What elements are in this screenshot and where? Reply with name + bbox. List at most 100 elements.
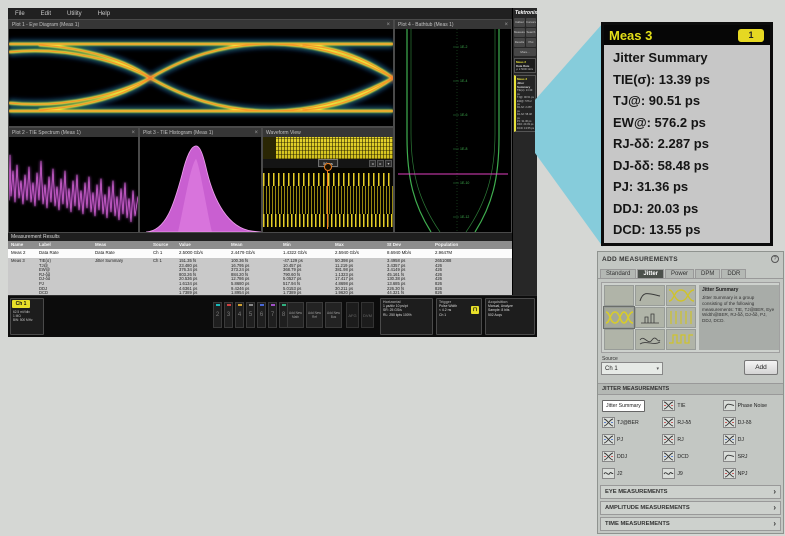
measurement-tie[interactable]: TIE [660, 397, 720, 414]
eye-plot-title: Plot 1 - Eye Diagram (Meas 1) [12, 22, 79, 28]
add-new-math-button[interactable]: Add New Math [287, 302, 304, 328]
jitter-measurement-grid: Jitter Summary TIE Phase Noise TJ@BER RJ… [600, 397, 781, 482]
table-row-meas2[interactable]: Meas 2 Data Rate Data Rate Ch 1 2.5000 G… [8, 249, 512, 258]
menu-help[interactable]: Help [98, 11, 110, 17]
measurement-rj[interactable]: RJ [660, 431, 720, 448]
add-new-ref-button[interactable]: Add New Ref [306, 302, 323, 328]
waveform-overview-strip[interactable] [263, 137, 393, 159]
channel-6-button[interactable]: 6 [257, 302, 266, 328]
ber-label: 1E-8 [460, 147, 467, 151]
expand-icon[interactable]: ▾ [385, 160, 392, 167]
trigger-position-marker[interactable] [324, 163, 332, 171]
trigger-badge[interactable]: Trigger Pulse Width < 4.2 ns Ch 1 ⊓ [436, 298, 482, 335]
tab-dpm[interactable]: DPM [695, 269, 720, 278]
measurement-j9[interactable]: J9 [660, 465, 720, 482]
measurement-jitter-summary[interactable]: Jitter Summary [600, 397, 660, 414]
channel-1-badge[interactable]: Ch 1 62.5 mV/div 1 MΩ BW: 500 MHz [10, 298, 44, 335]
horizontal-settings: 1 μs/div 10 ps/pt SR: 25 GS/s RL: 250 kp… [381, 304, 432, 317]
scope-bottom-bar: Ch 1 62.5 mV/div 1 MΩ BW: 500 MHz 2 3 4 … [8, 295, 537, 337]
acquisition-badge[interactable]: Acquisition Manual, Analyze Sample: 8 bi… [485, 298, 535, 335]
meas2-results-badge[interactable]: Meas 2 Data Rate μ: 2.5000 Gb/s [514, 58, 536, 73]
channel-4-button[interactable]: 4 [235, 302, 244, 328]
table-row-meas3[interactable]: Meas 3 TIE(σ) TJ@ EW@ RJ-δδ DJ-δδ PJ DDJ… [8, 258, 512, 295]
thumb-blank-2[interactable] [604, 329, 634, 350]
chevron-right-icon: › [773, 504, 776, 512]
measurement-tj-ber[interactable]: TJ@BER [600, 414, 660, 431]
pan-left-icon[interactable]: ◂ [369, 160, 376, 167]
meas3-callout-title: Jitter Summary [613, 47, 761, 69]
col-name: Name [8, 241, 36, 249]
bathtub-canvas: 1E-2 1E-4 1E-6 1E-8 1E-10 1E-12 [395, 29, 511, 232]
menu-bar: File Edit Utility Help [8, 8, 512, 19]
accordion-eye-measurements[interactable]: EYE MEASUREMENTS › [600, 485, 781, 499]
dvm-button[interactable]: DVM [361, 302, 374, 328]
tie-histogram-plot-window: Plot 3 - TIE Histogram (Meas 1) × [139, 127, 262, 233]
accordion-time-measurements[interactable]: TIME MEASUREMENTS › [600, 517, 781, 531]
callout-button[interactable]: Callout [514, 18, 525, 27]
channel-5-button[interactable]: 5 [246, 302, 255, 328]
help-icon[interactable]: ? [771, 255, 779, 263]
source-select[interactable]: Ch 1 ▾ [601, 362, 663, 375]
bathtub-plot-close-icon[interactable]: × [504, 22, 508, 28]
measurement-j2[interactable]: J2 [600, 465, 660, 482]
menu-edit[interactable]: Edit [41, 11, 51, 17]
thumb-jitter-summary[interactable] [604, 307, 634, 328]
tab-ddr[interactable]: DDR [721, 269, 746, 278]
channel-7-button[interactable]: 7 [268, 302, 277, 328]
channel-2-button[interactable]: 2 [213, 302, 222, 328]
pan-right-icon[interactable]: ▸ [377, 160, 384, 167]
ber-label: 1E-12 [460, 215, 469, 219]
tie-icon [662, 400, 675, 411]
add-button[interactable]: Add [744, 360, 778, 375]
measurement-rj-dd[interactable]: RJ-δδ [660, 414, 720, 431]
meas3-results-badge[interactable]: Meas 3 Jitter Summary TIE(σ): 13.39 ps T… [514, 75, 536, 132]
thumb-rj-histogram[interactable] [635, 307, 665, 328]
add-new-buttons: Add New Math Add New Ref Add New Bus [287, 302, 342, 328]
menu-file[interactable]: File [15, 11, 25, 17]
spectrum-plot-close-icon[interactable]: × [131, 130, 135, 136]
col-label: Label [36, 241, 92, 249]
channel-buttons: 2 3 4 5 6 7 8 [213, 302, 288, 328]
meas2-badge-values: μ: 2.5000 Gb/s [516, 68, 534, 71]
histogram-plot-close-icon[interactable]: × [254, 130, 258, 136]
thumb-eye-diagram[interactable] [666, 285, 696, 306]
accordion-amplitude-measurements[interactable]: AMPLITUDE MEASUREMENTS › [600, 501, 781, 515]
jitter-measurements-section-header[interactable]: JITTER MEASUREMENTS [598, 383, 783, 395]
tab-jitter[interactable]: Jitter [637, 269, 664, 278]
digital-waveform-area [263, 168, 393, 232]
measurement-dj[interactable]: DJ [721, 431, 781, 448]
tab-standard[interactable]: Standard [600, 269, 636, 278]
chevron-right-icon: › [773, 520, 776, 528]
add-new-bus-button[interactable]: Add New Bus [325, 302, 342, 328]
measurement-pj[interactable]: PJ [600, 431, 660, 448]
tie-spectrum-plot-window: Plot 2 - TIE Spectrum (Meas 1) × [8, 127, 139, 233]
horizontal-badge[interactable]: Horizontal 1 μs/div 10 ps/pt SR: 25 GS/s… [380, 298, 433, 335]
thumb-blank[interactable] [604, 285, 634, 306]
chevron-down-icon: ▾ [656, 366, 659, 372]
channel-3-button[interactable]: 3 [224, 302, 233, 328]
menu-utility[interactable]: Utility [67, 11, 82, 17]
measurement-dcd[interactable]: DCD [660, 448, 720, 465]
thumb-dj-pattern[interactable] [666, 307, 696, 328]
eye-plot-titlebar: Plot 1 - Eye Diagram (Meas 1) × [9, 20, 393, 29]
measurement-srj[interactable]: SRJ [721, 448, 781, 465]
results-table-button[interactable]: Results [514, 38, 525, 47]
eye-diagram-canvas [9, 29, 393, 126]
tab-power[interactable]: Power [665, 269, 694, 278]
bathtub-plot-title: Plot 4 - Bathtub (Meas 1) [398, 22, 454, 28]
measurement-results-panel: Measurement Results Name Label Meas Sour… [8, 233, 512, 295]
eye-plot-close-icon[interactable]: × [386, 22, 390, 28]
measurement-npj[interactable]: NPJ [721, 465, 781, 482]
thumb-waveform[interactable] [666, 329, 696, 350]
afg-button[interactable]: AFG [346, 302, 359, 328]
thumb-phase-noise[interactable] [635, 285, 665, 306]
thumb-curves[interactable] [635, 329, 665, 350]
measure-button[interactable]: Measure [514, 28, 525, 37]
measurement-phase-noise[interactable]: Phase Noise [721, 397, 781, 414]
meas3-badge-values: TIE(σ): 13.39 ps TJ@: 90.51 ps EW@: 576.… [517, 89, 534, 130]
measurement-ddj[interactable]: DDJ [600, 448, 660, 465]
more-button[interactable]: More... [514, 48, 536, 56]
histogram-plot-title: Plot 3 - TIE Histogram (Meas 1) [143, 130, 213, 136]
measurement-dj-dd[interactable]: DJ-δδ [721, 414, 781, 431]
add-measurements-panel: ADD MEASUREMENTS ? Standard Jitter Power… [597, 251, 784, 534]
